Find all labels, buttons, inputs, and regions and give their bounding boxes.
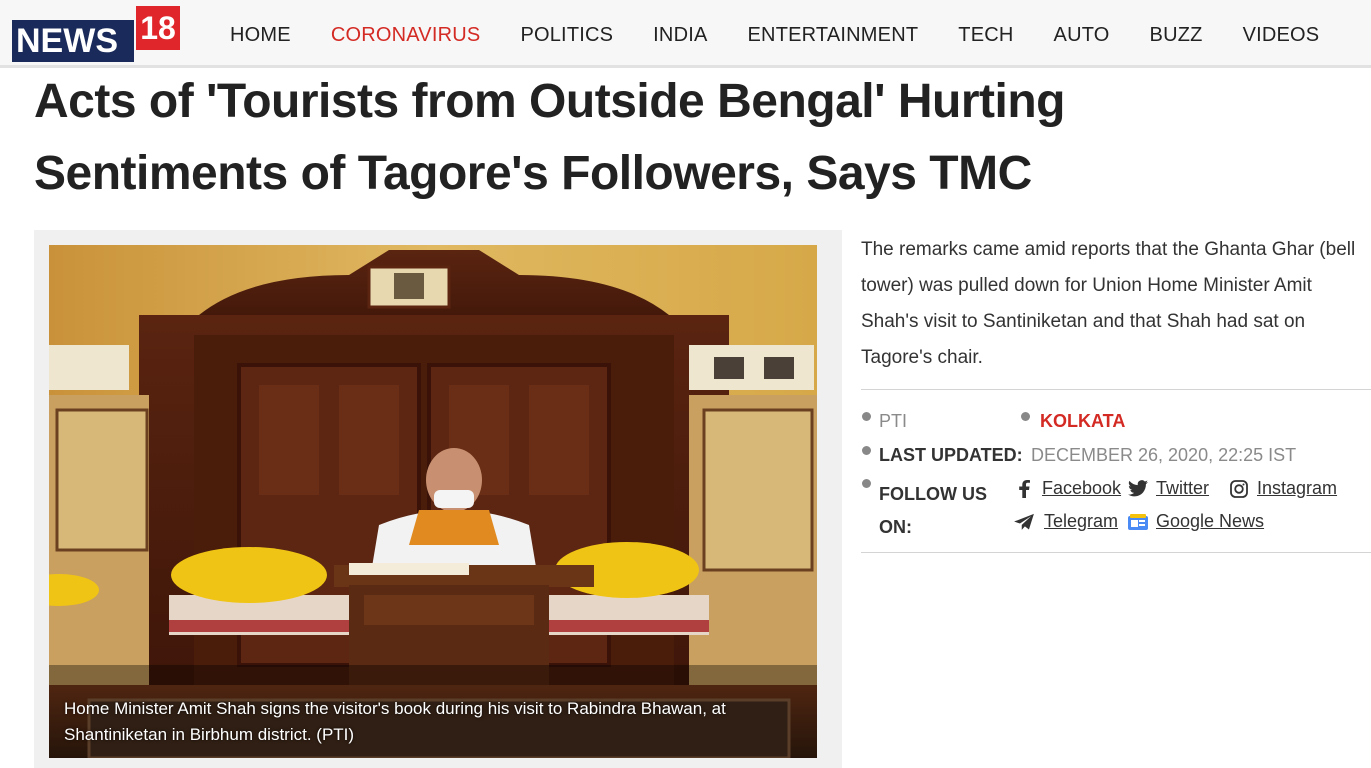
photo-illustration [49,245,817,758]
nav-item-entertainment[interactable]: ENTERTAINMENT [728,18,939,52]
nav-item-auto[interactable]: AUTO [1034,18,1130,52]
article-image-panel: Home Minister Amit Shah signs the visito… [34,230,842,768]
logo-number: 18 [136,6,180,50]
telegram-label: Telegram [1044,511,1119,531]
google-news-icon [1128,512,1148,532]
nav-item-buzz[interactable]: BUZZ [1130,18,1223,52]
last-updated-value: DECEMBER 26, 2020, 22:25 IST [1031,445,1297,465]
follow-us-line-2: ON: [879,517,912,537]
headline-line-2: Sentiments of Tagore's Followers, Says T… [34,147,1032,200]
nav-item-home[interactable]: HOME [210,18,311,52]
instagram-label: Instagram [1257,478,1338,498]
google-news-link[interactable]: Google News [1128,511,1264,532]
nav-item-coronavirus[interactable]: CORONAVIRUS [311,18,501,52]
nav-item-politics[interactable]: POLITICS [500,18,633,52]
twitter-label: Twitter [1156,478,1210,498]
twitter-icon [1128,479,1148,499]
article-location[interactable]: KOLKATA [1040,411,1125,432]
twitter-link[interactable]: Twitter [1128,478,1209,499]
bullet-follow [862,479,871,488]
follow-us-label: FOLLOW US ON: [879,478,987,544]
instagram-link[interactable]: Instagram [1229,478,1337,499]
article-summary: The remarks came amid reports that the G… [861,239,1356,368]
facebook-icon [1014,479,1034,499]
logo-news-text: NEWS [12,20,134,62]
divider-bottom [861,552,1371,553]
news18-logo[interactable]: NEWS 18 [12,6,180,62]
nav-item-india[interactable]: INDIA [633,18,727,52]
bullet-source [862,412,871,421]
last-updated-label: LAST UPDATED: [879,445,1023,465]
article-photo[interactable]: Home Minister Amit Shah signs the visito… [49,245,817,758]
facebook-link[interactable]: Facebook [1014,478,1121,499]
instagram-icon [1229,479,1249,499]
nav-item-videos[interactable]: VIDEOS [1223,18,1340,52]
follow-us-line-1: FOLLOW US [879,484,987,504]
article-source[interactable]: PTI [879,411,907,432]
photo-caption: Home Minister Amit Shah signs the visito… [64,699,726,744]
site-header: NEWS 18 HOME CORONAVIRUS POLITICS INDIA … [0,0,1371,68]
telegram-icon [1012,512,1036,532]
facebook-label: Facebook [1042,478,1122,498]
headline-line-1: Acts of 'Tourists from Outside Bengal' H… [34,75,1065,128]
nav-item-tech[interactable]: TECH [938,18,1033,52]
main-nav: HOME CORONAVIRUS POLITICS INDIA ENTERTAI… [210,18,1339,52]
article-headline: Acts of 'Tourists from Outside Bengal' H… [34,66,1234,210]
google-news-label: Google News [1156,511,1265,531]
telegram-link[interactable]: Telegram [1012,511,1118,532]
bullet-location [1021,412,1030,421]
bullet-updated [862,446,871,455]
divider-top [861,389,1371,390]
